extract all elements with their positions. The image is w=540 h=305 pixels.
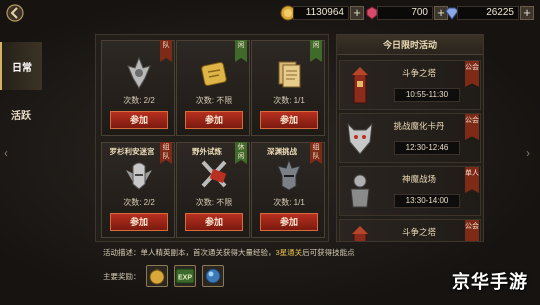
event-tag: 公会 bbox=[465, 114, 479, 140]
coin-bag-icon bbox=[149, 268, 165, 285]
description-highlight: 3星通关 bbox=[275, 248, 303, 257]
reward-item[interactable] bbox=[146, 265, 168, 287]
reward-item[interactable] bbox=[202, 265, 224, 287]
diamond-currency: 26225 + bbox=[444, 4, 534, 21]
watermark: 京华手游 bbox=[452, 272, 528, 292]
top-bar: 1130964 + 700 + 26225 + bbox=[0, 0, 540, 26]
event-item[interactable]: 斗争之塔 10:55-11:30 公会 bbox=[339, 60, 481, 110]
event-name: 神魔战场 bbox=[401, 174, 436, 184]
event-name: 挑战魔化卡丹 bbox=[393, 121, 445, 131]
attempt-count: 次数: 不限 bbox=[195, 96, 233, 105]
attempt-count: 次数: 1/1 bbox=[273, 96, 305, 105]
activity-title: 野外试炼 bbox=[192, 147, 222, 156]
prev-page-arrow[interactable]: ‹ bbox=[4, 146, 8, 160]
event-time: 13:30-14:00 bbox=[394, 194, 460, 208]
description-text-end: 后可获得技能点 bbox=[302, 248, 355, 257]
activity-card: 罗杉利安迷宫 组队 次数: 2/2 参加 bbox=[101, 142, 175, 238]
description-text: 单人精英副本，首次通关获得大量经验， bbox=[140, 248, 276, 257]
tower-icon bbox=[352, 226, 368, 241]
join-button[interactable]: 参加 bbox=[110, 213, 168, 231]
tab-active[interactable]: 活跃 bbox=[0, 90, 42, 138]
description-label: 活动描述： bbox=[103, 248, 141, 257]
event-time: 10:55-11:30 bbox=[394, 88, 460, 102]
attempt-count: 次数: 2/2 bbox=[123, 96, 155, 105]
activity-tag: 组队 bbox=[160, 142, 172, 164]
attempt-count: 次数: 2/2 bbox=[123, 198, 155, 207]
join-button[interactable]: 参加 bbox=[260, 111, 318, 129]
event-name: 斗争之塔 bbox=[401, 227, 436, 237]
activity-grid: 队 次数: 2/2 参加 闲 次数: 不限 参加 闲 次数: 1/1 参加 罗杉… bbox=[95, 34, 329, 242]
event-item[interactable]: 挑战魔化卡丹 12:30-12:46 公会 bbox=[339, 113, 481, 163]
join-button[interactable]: 参加 bbox=[260, 213, 318, 231]
attempt-count: 次数: 1/1 bbox=[273, 198, 305, 207]
event-name: 斗争之塔 bbox=[401, 68, 436, 78]
activity-description: 活动描述：单人精英副本，首次通关获得大量经验，3星通关后可获得技能点 bbox=[103, 248, 373, 258]
attempt-count: 次数: 不限 bbox=[195, 198, 233, 207]
category-tabs: 日常 活跃 bbox=[0, 42, 42, 138]
paper-sheets-icon bbox=[278, 61, 301, 88]
activity-title: 罗杉利安迷宫 bbox=[109, 147, 155, 156]
event-tag: 公会 bbox=[465, 220, 479, 241]
activity-card: 深渊挑战 组队 次数: 1/1 参加 bbox=[251, 142, 325, 238]
event-time: 12:30-12:46 bbox=[394, 141, 460, 155]
event-item[interactable]: 斗争之塔 公会 bbox=[339, 219, 481, 241]
activity-card: 野外试炼 休闲 次数: 不限 参加 bbox=[176, 142, 250, 238]
halberd-crest-icon bbox=[127, 56, 151, 89]
gold-value: 1130964 bbox=[293, 5, 349, 20]
activity-tag: 组队 bbox=[310, 142, 322, 164]
activity-tag: 队 bbox=[160, 40, 172, 62]
limited-events-panel: 今日限时活动 斗争之塔 10:55-11:30 公会 挑战魔化卡丹 12:30-… bbox=[336, 34, 484, 242]
activity-card: 闲 次数: 1/1 参加 bbox=[251, 40, 325, 136]
skill-orb-icon bbox=[205, 268, 221, 284]
exp-badge-icon: EXP bbox=[175, 268, 195, 284]
ruby-currency: 700 + bbox=[364, 4, 448, 21]
limited-events-title: 今日限时活动 bbox=[337, 35, 483, 55]
tab-daily[interactable]: 日常 bbox=[0, 42, 42, 90]
crossed-swords-icon bbox=[201, 160, 227, 188]
activity-card: 闲 次数: 不限 参加 bbox=[176, 40, 250, 136]
diamond-value: 26225 bbox=[457, 5, 519, 20]
back-arrow-icon[interactable] bbox=[6, 4, 24, 22]
activity-title: 深渊挑战 bbox=[267, 147, 297, 156]
tower-icon bbox=[352, 67, 368, 104]
activity-card: 队 次数: 2/2 参加 bbox=[101, 40, 175, 136]
join-button[interactable]: 参加 bbox=[110, 111, 168, 129]
event-item[interactable]: 神魔战场 13:30-14:00 单人 bbox=[339, 166, 481, 216]
activity-tag: 休闲 bbox=[235, 142, 247, 164]
join-button[interactable]: 参加 bbox=[185, 111, 243, 129]
add-gold-button[interactable]: + bbox=[350, 5, 364, 20]
activity-tag: 闲 bbox=[310, 40, 322, 62]
add-diamond-button[interactable]: + bbox=[520, 5, 534, 20]
reward-item[interactable]: EXP bbox=[174, 265, 196, 287]
gold-currency: 1130964 + bbox=[280, 4, 364, 21]
join-button[interactable]: 参加 bbox=[185, 213, 243, 231]
ruby-value: 700 bbox=[377, 5, 433, 20]
activity-tag: 闲 bbox=[235, 40, 247, 62]
event-tag: 公会 bbox=[465, 61, 479, 87]
demon-mask-icon bbox=[347, 122, 373, 155]
gold-scroll-icon bbox=[201, 61, 227, 87]
event-tag: 单人 bbox=[465, 167, 479, 193]
exp-text: EXP bbox=[178, 275, 192, 282]
dark-knight-helm-icon bbox=[277, 158, 301, 191]
rewards-label: 主要奖励： bbox=[103, 272, 141, 281]
armored-warrior-icon bbox=[350, 174, 370, 208]
winged-helmet-icon bbox=[126, 162, 152, 190]
next-page-arrow[interactable]: › bbox=[526, 146, 530, 160]
